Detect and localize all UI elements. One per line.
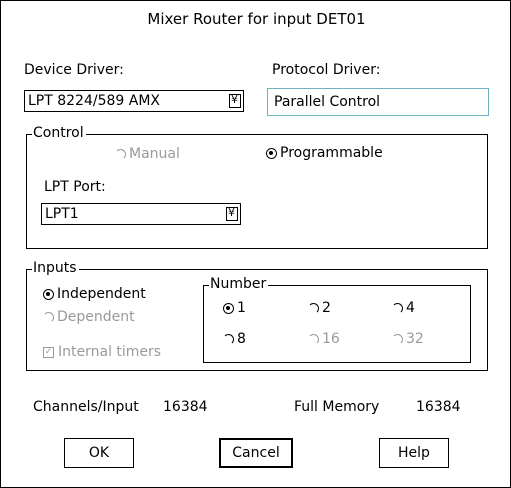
chevron-down-icon: ¥: [228, 206, 235, 219]
radio-selected-icon: [266, 147, 277, 159]
mixer-router-dialog: Mixer Router for input DET01 Device Driv…: [0, 0, 511, 488]
number-label-2: 2: [322, 300, 331, 316]
internal-timers-label: Internal timers: [58, 344, 162, 360]
channels-per-input-label: Channels/Input: [33, 399, 139, 415]
device-driver-value: LPT 8224/589 AMX: [28, 93, 161, 109]
manual-radio[interactable]: Manual: [115, 146, 180, 162]
number-label-8: 8: [237, 331, 246, 347]
lpt-port-dropdown-button[interactable]: ¥: [226, 206, 238, 221]
radio-unselected-icon: [392, 302, 403, 314]
lpt-port-value: LPT1: [45, 206, 79, 222]
number-radio-16[interactable]: 16: [308, 331, 340, 347]
number-group-label: Number: [209, 276, 269, 292]
device-driver-combo[interactable]: LPT 8224/589 AMX ¥: [24, 90, 244, 112]
radio-selected-icon: [223, 302, 234, 314]
radio-unselected-icon: [43, 311, 54, 323]
manual-label: Manual: [129, 146, 180, 162]
number-label-16: 16: [322, 331, 340, 347]
checkbox-checked-icon: ✓: [43, 346, 54, 358]
full-memory-label: Full Memory: [294, 399, 380, 415]
programmable-label: Programmable: [280, 145, 383, 161]
protocol-driver-label: Protocol Driver:: [272, 62, 381, 78]
independent-radio[interactable]: Independent: [43, 286, 146, 302]
chevron-down-icon: ¥: [231, 93, 238, 106]
programmable-radio[interactable]: Programmable: [266, 145, 383, 161]
number-radio-1[interactable]: 1: [223, 300, 246, 316]
number-radio-32[interactable]: 32: [392, 331, 424, 347]
lpt-port-combo[interactable]: LPT1 ¥: [41, 203, 241, 225]
cancel-button[interactable]: Cancel: [219, 438, 293, 468]
control-group-label: Control: [32, 125, 86, 141]
number-group: [203, 285, 471, 363]
radio-unselected-icon: [308, 302, 319, 314]
radio-unselected-icon: [223, 333, 234, 345]
number-label-4: 4: [406, 300, 415, 316]
ok-button[interactable]: OK: [64, 438, 134, 468]
radio-unselected-icon: [308, 333, 319, 345]
radio-selected-icon: [43, 288, 54, 300]
radio-unselected-icon: [115, 148, 126, 160]
internal-timers-checkbox[interactable]: ✓ Internal timers: [43, 344, 161, 360]
dialog-title: Mixer Router for input DET01: [147, 10, 366, 28]
full-memory-value: 16384: [416, 399, 461, 415]
number-radio-8[interactable]: 8: [223, 331, 246, 347]
inputs-group-label: Inputs: [32, 260, 79, 276]
number-radio-2[interactable]: 2: [308, 300, 331, 316]
protocol-driver-field[interactable]: Parallel Control: [267, 88, 489, 116]
device-driver-label: Device Driver:: [24, 62, 124, 78]
help-button[interactable]: Help: [379, 438, 449, 468]
independent-label: Independent: [57, 286, 146, 302]
channels-per-input-value: 16384: [163, 399, 208, 415]
lpt-port-label: LPT Port:: [44, 179, 106, 195]
dependent-label: Dependent: [57, 309, 135, 325]
radio-unselected-icon: [392, 333, 403, 345]
number-label-32: 32: [406, 331, 424, 347]
number-label-1: 1: [237, 300, 246, 316]
protocol-driver-value: Parallel Control: [274, 94, 381, 110]
dependent-radio[interactable]: Dependent: [43, 309, 135, 325]
device-driver-dropdown-button[interactable]: ¥: [229, 93, 241, 108]
number-radio-4[interactable]: 4: [392, 300, 415, 316]
